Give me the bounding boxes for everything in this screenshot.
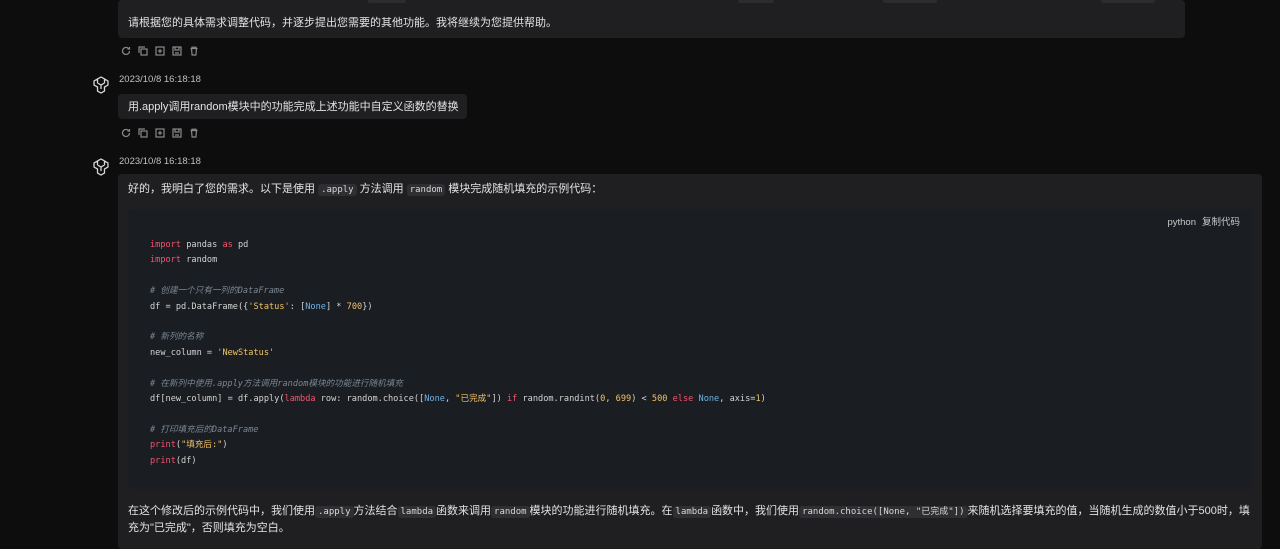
inline-code: random [406,184,446,196]
code-token: ) [760,394,766,405]
code-comment: # 创建一个只有一列的DataFrame [150,286,285,297]
text-span: 方法调用 [359,183,404,195]
code-token: ] * [325,301,347,312]
assistant-intro-text: 好的，我明白了您的需求。以下是使用 .apply 方法调用 random 模块完… [128,181,602,198]
copy-icon[interactable] [137,127,148,138]
code-language-label: python [1167,217,1196,228]
export-icon[interactable] [154,127,165,138]
code-string: "已完成" [455,394,492,405]
code-keyword: if [506,394,518,405]
inline-code: lambda [397,506,437,518]
text-span: 好的，我明白了您的需求。以下是使用 [128,183,315,195]
inline-code: .apply [318,184,357,196]
code-token: ) < [631,394,652,405]
text-span: 模块完成随机填充的示例代码： [448,183,603,195]
message-actions [120,127,199,139]
code-number: 700 [346,301,363,312]
code-token: , axis= [719,394,756,405]
code-token: import [150,255,182,266]
export-icon[interactable] [154,45,165,56]
code-constant: None [305,301,326,312]
code-number: 500 [651,394,668,405]
assistant-message: 好的，我明白了您的需求。以下是使用 .apply 方法调用 random 模块完… [118,174,1262,549]
code-token: pandas [181,240,223,250]
code-token: }) [362,301,373,312]
message-timestamp: 2023/10/8 16:18:18 [119,74,201,85]
inline-code: lambda [672,506,712,518]
refresh-icon[interactable] [120,45,131,56]
code-constant: None [424,394,445,405]
code-token: import [150,240,182,250]
user-message-text: 用.apply调用random模块中的功能完成上述功能中自定义函数的替换 [128,101,459,113]
message-timestamp: 2023/10/8 16:18:18 [119,156,201,167]
prev-inline-code [1101,0,1155,3]
delete-icon[interactable] [188,45,199,56]
save-icon[interactable] [171,45,182,56]
inline-code: random.choice([None, "已完成"]) [799,506,968,518]
code-token: ) [222,440,228,451]
delete-icon[interactable] [188,127,199,138]
code-token: new_column = [150,347,218,358]
code-block: python 复制代码 import pandas as pd import r… [128,209,1252,489]
code-content: import pandas as pd import random # 创建一个… [150,238,766,469]
save-icon[interactable] [171,127,182,138]
inline-code: .apply [315,506,354,518]
prev-inline-code [883,0,937,3]
code-builtin: print [150,455,176,466]
code-keyword: else [672,394,694,405]
code-token: row: random.choice([ [315,394,425,405]
text-span: 模块的功能进行随机填充。在 [529,505,673,517]
code-token: as [222,240,233,250]
code-token: random [181,255,218,266]
prev-inline-code [738,0,774,3]
message-actions [120,45,199,57]
user-message: 用.apply调用random模块中的功能完成上述功能中自定义函数的替换 [118,94,467,119]
text-span: 在这个修改后的示例代码中，我们使用 [128,505,315,517]
code-token: , [605,394,616,405]
chatgpt-logo-icon [90,74,112,96]
code-string: 'Status' [248,301,290,312]
assistant-outro-text: 在这个修改后的示例代码中，我们使用 .apply 方法结合 lambda 函数来调用 ra… [128,503,1252,536]
code-comment: # 在新列中使用.apply方法调用random模块的功能进行随机填充 [150,378,403,389]
prev-inline-code [368,0,406,3]
code-token: (df) [175,455,197,466]
text-span: 方法结合 [353,505,398,517]
code-header: python 复制代码 [1167,215,1240,231]
code-string: "填充后:" [181,440,223,451]
prev-message-text: 请根据您的具体需求调整代码，并逐步提出您需要的其他功能。我将继续为您提供帮助。 [128,17,557,29]
code-comment: # 新列的名称 [150,332,204,343]
copy-code-button[interactable]: 复制代码 [1202,215,1240,231]
text-span: 函数中，我们使用 [711,505,800,517]
code-token: , [444,394,456,405]
code-token: : [ [289,301,306,312]
copy-icon[interactable] [137,45,148,56]
code-keyword: lambda [284,394,316,405]
code-token: random.randint( [517,394,601,405]
code-string: 'NewStatus' [217,347,275,358]
code-token: df = pd.DataFrame({ [150,301,249,312]
code-constant: None [698,394,720,405]
chatgpt-logo-icon [90,156,112,178]
code-builtin: print [150,440,176,451]
code-token: pd [232,240,249,250]
code-token: df[new_column] = df.apply( [150,394,285,405]
inline-code: random [491,506,530,518]
code-comment: # 打印填充后的DataFrame [150,424,259,435]
text-span: 函数来调用 [436,505,492,517]
prev-assistant-message: 请根据您的具体需求调整代码，并逐步提出您需要的其他功能。我将继续为您提供帮助。 [118,0,1185,38]
code-number: 699 [615,394,632,405]
code-token: ]) [491,394,507,405]
refresh-icon[interactable] [120,127,131,138]
